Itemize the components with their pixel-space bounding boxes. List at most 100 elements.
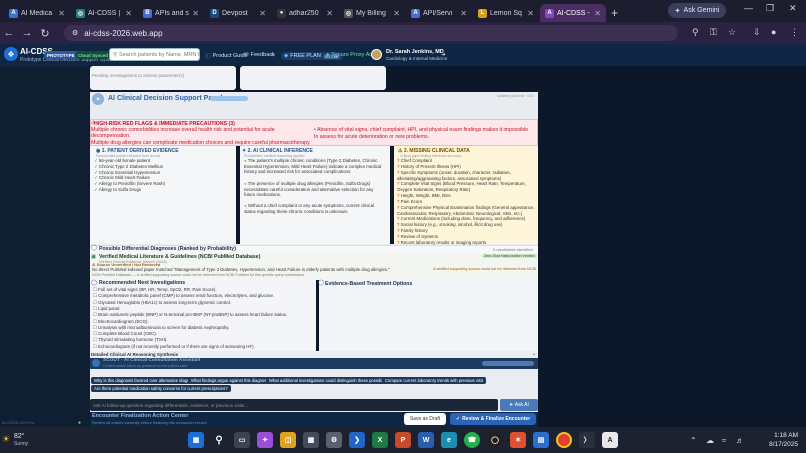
- browser-tab[interactable]: A AI Medica ✕: [4, 4, 70, 22]
- investigation-item[interactable]: ☐ Complete Blood Count (CBC).: [93, 331, 157, 337]
- suggested-question-chip[interactable]: Compare current laboratory trends with p…: [382, 377, 486, 384]
- tab-close-icon[interactable]: ✕: [326, 9, 333, 18]
- browser-tab[interactable]: D Devpost ✕: [205, 4, 271, 22]
- app-icon[interactable]: ◯: [487, 432, 503, 448]
- edge-icon[interactable]: e: [441, 432, 457, 448]
- new-tab-button[interactable]: +: [611, 4, 618, 22]
- investigation-item[interactable]: ☐ Full set of vital signs (BP, HR, Temp,…: [93, 287, 217, 293]
- browser-tab[interactable]: B APIs and s ✕: [138, 4, 204, 22]
- file-explorer-icon[interactable]: ◫: [280, 432, 296, 448]
- tray-chevron-icon[interactable]: ⌃: [690, 436, 697, 445]
- ask-gemini-button[interactable]: ✦ Ask Gemini: [668, 3, 726, 18]
- missing-data-item: ? Comprehensive Physical Examination fin…: [397, 205, 535, 216]
- investigation-item[interactable]: ☐ Glycated Hemoglobin (HbA1c) to assess …: [93, 300, 231, 306]
- tab-close-icon[interactable]: ✕: [393, 9, 400, 18]
- wifi-icon[interactable]: ≈: [722, 436, 726, 445]
- suggested-question-chip[interactable]: Why is this diagnosis favored over alter…: [91, 377, 204, 384]
- investigation-item[interactable]: ☐ Lipid panel.: [93, 306, 121, 312]
- taskbar-search-icon[interactable]: ⚲: [211, 432, 227, 448]
- app-icon[interactable]: ▤: [533, 432, 549, 448]
- chrome-icon[interactable]: [556, 432, 572, 448]
- whatsapp-icon[interactable]: ☎: [464, 432, 480, 448]
- browser-tab[interactable]: A API/Servi ✕: [406, 4, 472, 22]
- suggested-question-chip[interactable]: Are there potential medication safety co…: [91, 385, 231, 392]
- browser-tab[interactable]: ● adhar250 ✕: [272, 4, 338, 22]
- tray-cloud-icon[interactable]: ☁: [706, 436, 714, 445]
- suggested-question-chip[interactable]: What findings argue against this diagnos…: [188, 377, 275, 384]
- tab-close-icon[interactable]: ✕: [594, 9, 601, 18]
- investigation-item[interactable]: ☐ Thyroid stimulating hormone (TSH).: [93, 337, 168, 343]
- forward-icon[interactable]: →: [18, 27, 36, 39]
- bookmark-star-icon[interactable]: ☆: [728, 27, 736, 38]
- excel-icon[interactable]: X: [372, 432, 388, 448]
- pill-icon: ◯: [318, 280, 325, 286]
- ask-ai-button[interactable]: ➤ Ask AI: [500, 399, 538, 411]
- tab-favicon-icon: B: [143, 8, 152, 18]
- missing-data-item: ? Current Medications (including dose, f…: [397, 216, 535, 222]
- claude-icon[interactable]: ✶: [510, 432, 526, 448]
- patient-evidence-text: Allergy to Sulfa Drugs: [98, 187, 142, 192]
- zoom-icon[interactable]: ⚲: [692, 27, 699, 38]
- powerpoint-icon[interactable]: P: [395, 432, 411, 448]
- minimize-icon[interactable]: —: [744, 3, 753, 13]
- reload-icon[interactable]: ↻: [36, 27, 54, 40]
- start-windows-icon[interactable]: ▦: [188, 432, 204, 448]
- missing-data-text: Family history: [400, 228, 428, 233]
- missing-data-item: ? Pain Score: [397, 199, 535, 205]
- chevron-down-icon[interactable]: ⌄: [532, 351, 536, 357]
- browser-tab[interactable]: ◎ My Billing ✕: [339, 4, 405, 22]
- patient-search-input[interactable]: ⚲ Search patients by Name, MRN ID, Phone…: [109, 48, 200, 61]
- calculator-icon[interactable]: ▦: [303, 432, 319, 448]
- assistant-avatar-icon: [92, 359, 100, 367]
- close-window-icon[interactable]: ✕: [789, 3, 797, 14]
- search-icon: ⚲: [113, 51, 118, 58]
- app-icon[interactable]: A: [602, 432, 618, 448]
- restore-icon[interactable]: ❐: [766, 3, 774, 14]
- logout-icon[interactable]: ➜: [441, 52, 446, 58]
- tab-close-icon[interactable]: ✕: [527, 9, 534, 18]
- omnibox[interactable]: ⚙ ai-cdss-2026.web.app: [64, 25, 678, 41]
- tab-close-icon[interactable]: ✕: [460, 9, 467, 18]
- back-icon[interactable]: ←: [0, 27, 18, 39]
- volume-icon[interactable]: ♬: [736, 436, 744, 445]
- profile-icon[interactable]: ●: [771, 27, 776, 37]
- vscode-icon[interactable]: ❯: [349, 432, 365, 448]
- finalization-title: Encounter Finalization Action Center: [92, 413, 189, 419]
- browser-tab[interactable]: L Lemon Sq ✕: [473, 4, 539, 22]
- settings-gear-icon[interactable]: ⚙: [326, 432, 342, 448]
- weather-temp[interactable]: 82°: [14, 433, 25, 440]
- task-view-icon[interactable]: ▭: [234, 432, 250, 448]
- ask-ai-input[interactable]: Ask AI follow-up question regarding diff…: [90, 399, 498, 411]
- review-finalize-button[interactable]: ✓ Review & Finalize Encounter: [450, 413, 536, 425]
- investigation-item[interactable]: ☐ Electrocardiogram (ECG).: [93, 319, 149, 325]
- clinical-inference-item: ● Without a chief complaint or any acute…: [244, 203, 384, 214]
- clock-date[interactable]: 8/17/2025: [748, 441, 798, 448]
- suggested-question-chip[interactable]: What additional investigations could dis…: [266, 377, 396, 384]
- tab-close-icon[interactable]: ✕: [58, 9, 65, 18]
- investigation-item[interactable]: ☐ Brain natriuretic peptide (BNP) or N-t…: [93, 312, 287, 318]
- menu-dots-icon[interactable]: ⋮: [790, 27, 799, 38]
- download-icon[interactable]: ⇩: [753, 27, 761, 38]
- tab-close-icon[interactable]: ✕: [259, 9, 266, 18]
- flask-icon: ◯: [91, 280, 98, 286]
- tab-close-icon[interactable]: ✕: [192, 9, 199, 18]
- browser-tab[interactable]: A AI-CDSS - ✕: [540, 4, 606, 22]
- password-key-icon[interactable]: ⚿: [710, 27, 717, 38]
- investigations-title: Recommended Next Investigations: [99, 280, 186, 286]
- site-info-icon[interactable]: ⚙: [72, 29, 78, 37]
- investigation-text: Brain natriuretic peptide (BNP) or N-ter…: [98, 312, 288, 318]
- investigation-item[interactable]: ☐ Echocardiogram (if not recently perfor…: [93, 344, 255, 350]
- investigation-item[interactable]: ☐ Comprehensive metabolic panel (CMP) to…: [93, 293, 274, 299]
- finalization-subtitle: Review all entries carefully before fina…: [92, 420, 207, 425]
- word-icon[interactable]: W: [418, 432, 434, 448]
- tab-close-icon[interactable]: ✕: [125, 9, 132, 18]
- copilot-icon[interactable]: ✦: [257, 432, 273, 448]
- save-draft-button[interactable]: Save as Draft: [404, 413, 446, 425]
- doctor-avatar[interactable]: [371, 49, 382, 60]
- browser-tab[interactable]: ◎ AI-CDSS | ✕: [71, 4, 137, 22]
- theme-toggle[interactable]: ☼: [270, 52, 275, 58]
- investigation-item[interactable]: ☐ Urinalysis with microalbuminuria to sc…: [93, 325, 229, 331]
- product-guide-link[interactable]: ⓘ Product Guide: [205, 52, 248, 60]
- terminal-icon[interactable]: 〉: [579, 432, 595, 448]
- clock-time[interactable]: 1:18 AM: [748, 432, 798, 439]
